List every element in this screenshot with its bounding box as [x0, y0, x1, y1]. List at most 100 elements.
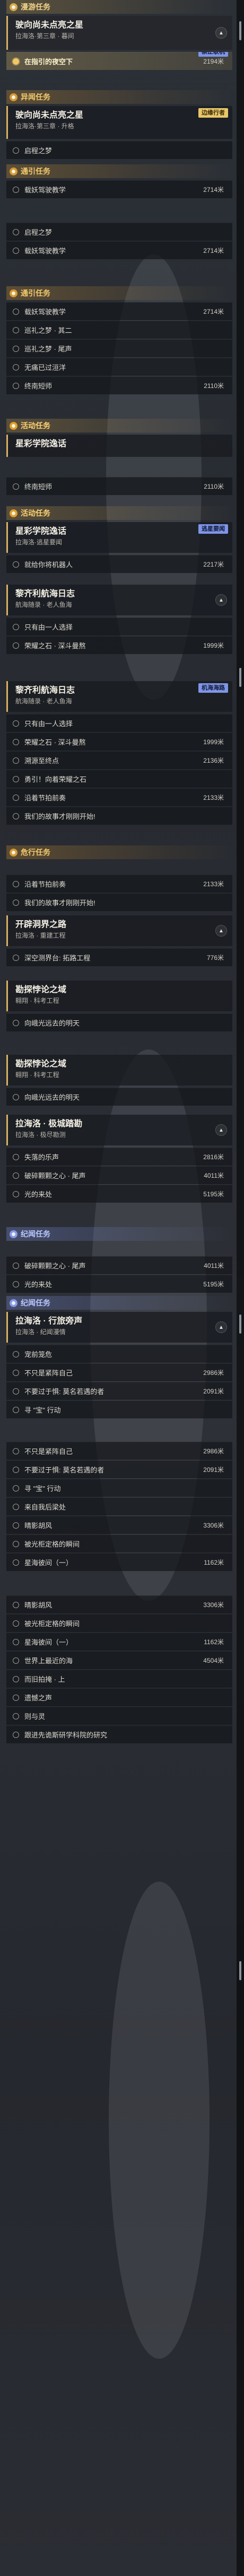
quest-step[interactable]: 晴影胡风 3306米 [6, 1595, 232, 1613]
quest-step[interactable]: 跟进先诡斯研学科院的研究 [6, 1725, 232, 1743]
quest-step[interactable]: 荣耀之石 · 深斗曼熬 1999米 [6, 733, 232, 751]
category-header[interactable]: 危行任务 [6, 845, 232, 859]
quest-entry: 而旧拍掩 · 上 [6, 1670, 232, 1688]
step-label: 被光柜定格的瞬间 [24, 1540, 80, 1548]
mission-card[interactable]: 星彩学院逸话 拉海洛·逃星要闻 逃星要闻 [6, 522, 232, 553]
quest-step[interactable]: 星海彼间（一） 1162米 [6, 1633, 232, 1651]
quest-step[interactable]: 载妖驾驶教学 2714米 [6, 180, 232, 198]
quest-step[interactable]: 向峨光远去的明天 [6, 1013, 232, 1031]
mission-card[interactable]: 黎齐利航海日志 航海随录 · 老人鱼海 ▲ [6, 585, 232, 615]
quest-step[interactable]: 无痛已过洹洋 [6, 358, 232, 376]
quest-step[interactable]: 来自我后梁处 [6, 1497, 232, 1515]
category-header[interactable]: 漫游任务 [6, 0, 232, 14]
step-distance: 4504米 [203, 1657, 224, 1664]
mission-card[interactable]: 驶向尚未点亮之星 拉海洛·第三章 · 升格 边缘行者 [6, 106, 232, 139]
quest-step[interactable]: 不只是紧阵自己 2986米 [6, 1442, 232, 1460]
mission-card[interactable]: 勘探悖论之域 翱翔 · 科考工程 [6, 981, 232, 1011]
step-status-icon [13, 364, 19, 370]
collapse-button[interactable]: ▲ [215, 594, 227, 606]
mission-card[interactable]: 拉海洛 · 极城踏勘 拉海洛 · 极尽勘测 ▲ [6, 1115, 232, 1145]
quest-step[interactable]: 在指引的夜空下 2194米 禁止联机 [6, 52, 232, 70]
step-label: 终南短师 [24, 483, 53, 491]
quest-step[interactable]: 被光柜定格的瞬间 [6, 1614, 232, 1632]
step-label: 载妖驾驶教学 [24, 247, 66, 255]
quest-step[interactable]: 光的来处 5195米 [6, 1275, 232, 1293]
category-icon [10, 848, 18, 857]
step-label: 我们的故事才刚刚开始! [24, 813, 95, 821]
step-status-icon [13, 1503, 19, 1510]
quest-step[interactable]: 失落的乐声 2816米 [6, 1148, 232, 1166]
quest-step[interactable]: 被光柜定格的瞬间 [6, 1534, 232, 1552]
step-status-icon [13, 483, 19, 490]
quest-step[interactable]: 终南短师 2110米 [6, 477, 232, 495]
quest-step[interactable]: 向峨光远去的明天 [6, 1088, 232, 1106]
mission-card[interactable]: 星彩学院逸话 [6, 435, 232, 457]
quest-step[interactable]: 光的来处 5195米 [6, 1185, 232, 1203]
quest-entry: 沿着节拍前奏 2133米 [6, 875, 232, 893]
mission-card[interactable]: 驶向尚未点亮之星 拉海洛·第三章 · 暮间 ▲ [6, 16, 232, 50]
quest-step[interactable]: 破碎颗颗之心 · 尾声 4011米 [6, 1256, 232, 1274]
collapse-button[interactable]: ▲ [215, 925, 227, 937]
step-label: 沿着节拍前奏 [24, 794, 66, 802]
step-distance: 3306米 [203, 1601, 224, 1609]
quest-step[interactable]: 深空测界台: 拓路工程 776米 [6, 948, 232, 966]
mission-title: 勘探悖论之域 [15, 1060, 67, 1069]
quest-step[interactable]: 我们的故事才刚刚开始! [6, 807, 232, 825]
quest-step[interactable]: 载妖驾驶教学 2714米 [6, 302, 232, 320]
category-header[interactable]: 活动任务 [6, 419, 232, 433]
scrollbar[interactable] [237, 0, 244, 2576]
quest-step[interactable]: 不只是紧阵自己 2986米 [6, 1363, 232, 1381]
collapse-button[interactable]: ▲ [215, 27, 227, 39]
collapse-button[interactable]: ▲ [215, 1321, 227, 1333]
quest-step[interactable]: 破碎颗颗之心 · 尾声 4011米 [6, 1166, 232, 1184]
quest-step[interactable]: 不要过于惧: 莫名若遇的者 2091米 [6, 1460, 232, 1478]
quest-step[interactable]: 则与灵 [6, 1707, 232, 1725]
category-header[interactable]: 异闻任务 [6, 90, 232, 104]
quest-step[interactable]: 巡礼之梦 · 尾声 [6, 339, 232, 357]
quest-entry: 不只是紧阵自己 2986米 [6, 1363, 232, 1381]
quest-step[interactable]: 宠前笼危 [6, 1345, 232, 1363]
quest-step[interactable]: 寻 "宝" 行动 [6, 1400, 232, 1418]
category-header[interactable]: 通引任务 [6, 164, 232, 178]
quest-step[interactable]: 勇引！向着荣耀之石 [6, 770, 232, 788]
quest-step[interactable]: 沿着节拍前奏 2133米 [6, 875, 232, 893]
category-header[interactable]: 纪闻任务 [6, 1227, 232, 1241]
quest-step[interactable]: 而旧拍掩 · 上 [6, 1670, 232, 1688]
quest-step[interactable]: 世界上最近的海 4504米 [6, 1651, 232, 1669]
quest-step[interactable]: 终南短师 2110米 [6, 376, 232, 394]
quest-step[interactable]: 就给你将机器人 2217米 [6, 555, 232, 573]
quest-step[interactable]: 荣耀之石 · 深斗曼熬 1999米 [6, 636, 232, 654]
collapse-button[interactable]: ▲ [215, 1124, 227, 1136]
category-header[interactable]: 通引任务 [6, 286, 232, 300]
quest-step[interactable]: 寻 "宝" 行动 [6, 1479, 232, 1497]
quest-step[interactable]: 星海彼间（一） 1162米 [6, 1553, 232, 1571]
mission-title: 黎齐利航海日志 [15, 686, 75, 695]
mission-card[interactable]: 黎齐利航海日志 航海随录 · 老人鱼海 机海海路 [6, 681, 232, 712]
step-distance: 5195米 [203, 1190, 224, 1198]
mission-card[interactable]: 拉海洛 · 行旅旁声 拉海洛 · 纪闻漫情 ▲ [6, 1312, 232, 1343]
category-header[interactable]: 活动任务 [6, 506, 232, 520]
category-header[interactable]: 纪闻任务 [6, 1296, 232, 1310]
quest-step[interactable]: 遗憾之声 [6, 1688, 232, 1706]
quest-step[interactable]: 只有由一人选择 [6, 714, 232, 732]
quest-step[interactable]: 巡礼之梦 · 其二 [6, 321, 232, 339]
quest-step[interactable]: 溯源至终点 2136米 [6, 751, 232, 769]
quest-entry: 终南短师 2110米 [6, 477, 232, 495]
category-label: 活动任务 [21, 509, 50, 517]
quest-step[interactable]: 我们的故事才刚刚开始! [6, 893, 232, 911]
step-label: 终南短师 [24, 382, 53, 390]
quest-step[interactable]: 只有由一人选择 [6, 617, 232, 636]
quest-entry: 活动任务 [6, 419, 232, 433]
mission-card[interactable]: 勘探悖论之域 翱翔 · 科考工程 [6, 1055, 232, 1086]
quest-entry: 晴影胡风 3306米 [6, 1595, 232, 1613]
quest-step[interactable]: 不要过于惧: 莫名若遇的者 2091米 [6, 1382, 232, 1400]
quest-step[interactable]: 启程之梦 [6, 223, 232, 241]
step-status-icon [13, 1262, 19, 1269]
quest-step[interactable]: 晴影胡风 3306米 [6, 1516, 232, 1534]
quest-entry: 溯源至终点 2136米 [6, 751, 232, 769]
step-label: 晴影胡风 [24, 1601, 53, 1609]
mission-card[interactable]: 开辟洞界之路 拉海洛 · 重建工程 ▲ [6, 915, 232, 946]
quest-step[interactable]: 载妖驾驶教学 2714米 [6, 241, 232, 259]
quest-step[interactable]: 沿着节拍前奏 2133米 [6, 788, 232, 806]
quest-step[interactable]: 启程之梦 [6, 141, 232, 159]
